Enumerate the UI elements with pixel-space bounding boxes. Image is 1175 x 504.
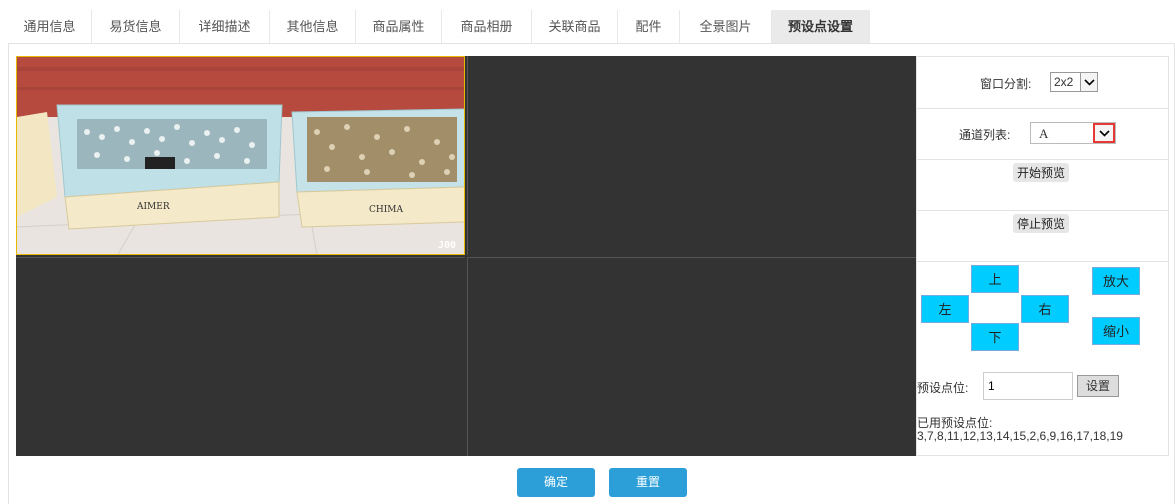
used-presets-value: 3,7,8,11,12,13,14,15,2,6,9,16,17,18,19 [917, 429, 1123, 443]
channel-value: A [1039, 126, 1049, 141]
chevron-down-icon[interactable] [1093, 123, 1115, 143]
confirm-button[interactable]: 确定 [517, 468, 595, 497]
stop-preview-row: 停止预览 [917, 210, 1168, 262]
tab-other-info[interactable]: 其他信息 [270, 10, 356, 43]
start-preview-row: 开始预览 [917, 159, 1168, 211]
ptz-down-button[interactable]: 下 [971, 323, 1019, 351]
preset-label: 预设点位: [917, 381, 969, 395]
camera-label: J00 [437, 240, 456, 251]
ptz-left-button[interactable]: 左 [921, 295, 969, 323]
tab-accessories[interactable]: 配件 [618, 10, 680, 43]
control-panel: 窗口分割: 2x2 通道列表: A 开始预览 停止预览 上 左 右 下 放大 缩… [916, 56, 1169, 456]
tab-general-info[interactable]: 通用信息 [8, 10, 92, 43]
video-grid: AIMER CHIMA J00 [16, 56, 916, 456]
channel-list-row: 通道列表: A [917, 108, 1168, 160]
svg-text:CHIMA: CHIMA [369, 205, 404, 215]
tab-product-album[interactable]: 商品相册 [442, 10, 532, 43]
preset-input[interactable] [983, 372, 1073, 400]
window-split-select[interactable]: 2x2 [1050, 72, 1098, 92]
channel-select[interactable]: A [1030, 122, 1116, 144]
zoom-in-button[interactable]: 放大 [1092, 267, 1140, 295]
tab-related-products[interactable]: 关联商品 [532, 10, 618, 43]
video-cell-4[interactable] [467, 257, 916, 456]
chevron-down-icon [1080, 73, 1097, 91]
tab-barter-info[interactable]: 易货信息 [92, 10, 180, 43]
tab-bar: 通用信息 易货信息 详细描述 其他信息 商品属性 商品相册 关联商品 配件 全景… [8, 10, 1175, 44]
channel-list-label: 通道列表: [959, 128, 1011, 142]
window-split-label: 窗口分割: [980, 77, 1032, 91]
tab-product-attributes[interactable]: 商品属性 [356, 10, 442, 43]
tab-preset-settings[interactable]: 预设点设置 [772, 10, 870, 43]
tab-detailed-description[interactable]: 详细描述 [180, 10, 270, 43]
svg-text:AIMER: AIMER [136, 202, 170, 212]
zoom-out-button[interactable]: 缩小 [1092, 317, 1140, 345]
camera-feed-image: AIMER CHIMA [17, 57, 464, 254]
stop-preview-button[interactable]: 停止预览 [1013, 214, 1070, 233]
tab-panorama-images[interactable]: 全景图片 [680, 10, 772, 43]
reset-button[interactable]: 重置 [609, 468, 687, 497]
window-split-value: 2x2 [1054, 75, 1074, 89]
window-split-row: 窗口分割: 2x2 [917, 57, 1168, 109]
start-preview-button[interactable]: 开始预览 [1013, 163, 1070, 182]
set-preset-button[interactable]: 设置 [1077, 375, 1120, 397]
ptz-right-button[interactable]: 右 [1021, 295, 1069, 323]
ptz-up-button[interactable]: 上 [971, 265, 1019, 293]
video-cell-1[interactable]: AIMER CHIMA J00 [16, 56, 465, 255]
video-cell-3[interactable] [16, 257, 465, 456]
video-cell-2[interactable] [467, 56, 916, 255]
